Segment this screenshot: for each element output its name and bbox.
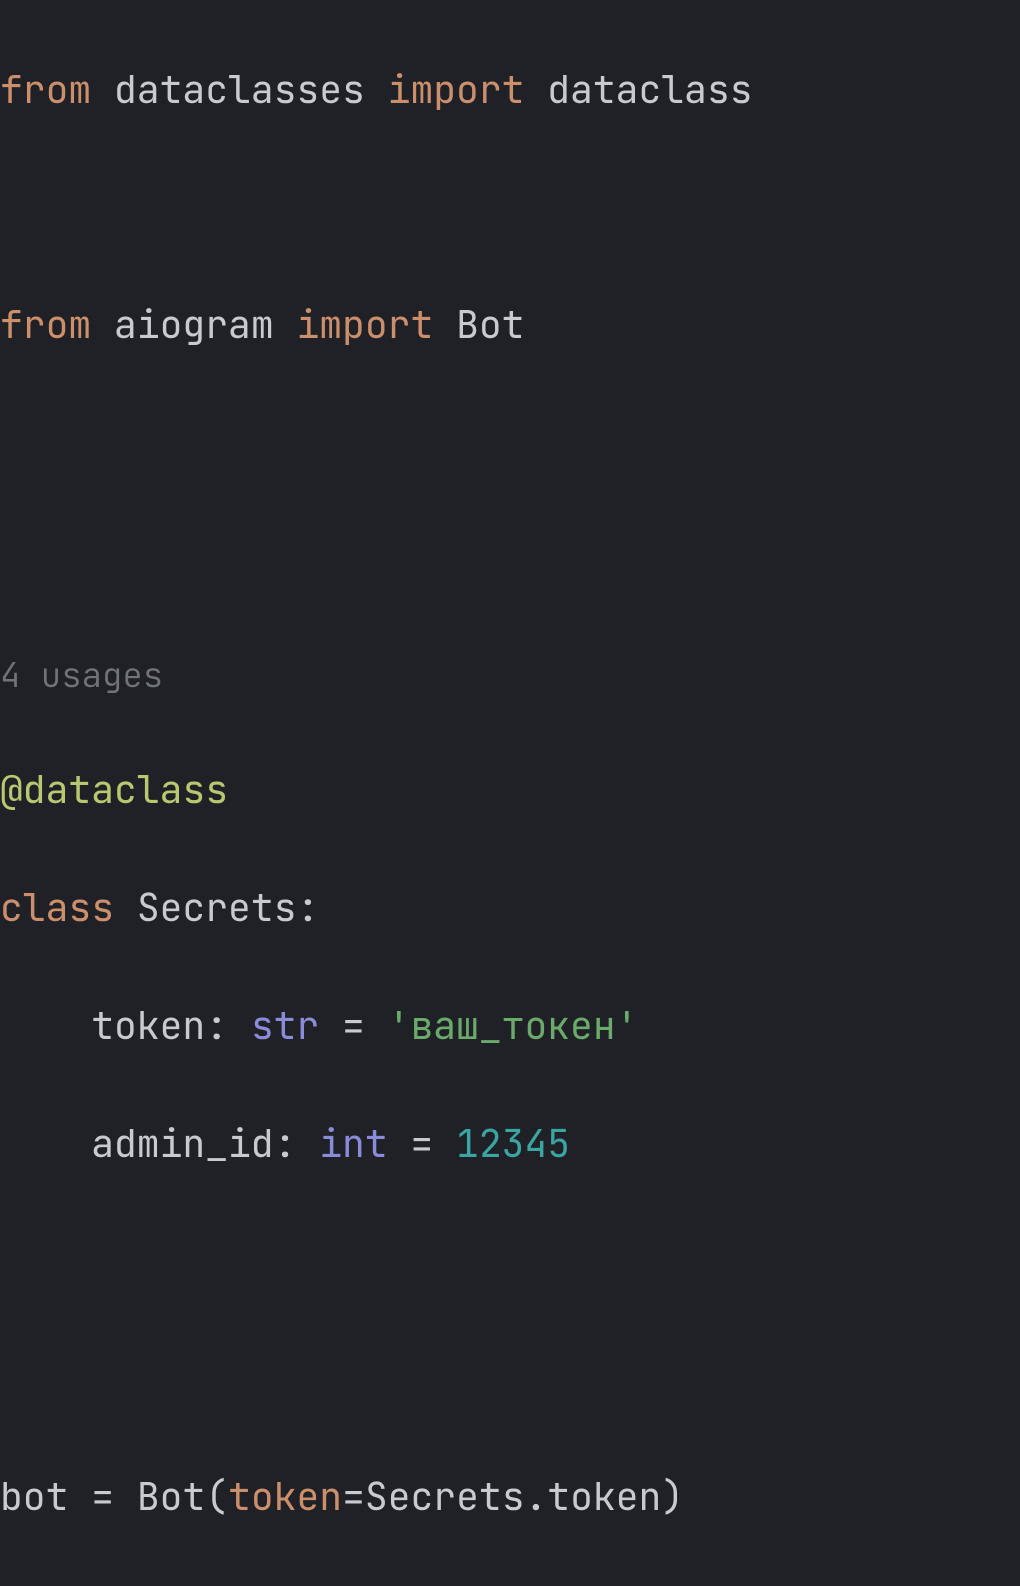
equals: = bbox=[91, 1472, 114, 1522]
call-name: Bot bbox=[137, 1472, 205, 1522]
class-name: Secrets bbox=[137, 883, 297, 933]
code-line: @dataclass bbox=[0, 761, 1020, 820]
blank-line bbox=[0, 414, 1020, 473]
type-annotation: str bbox=[251, 1001, 319, 1051]
keyword-from: from bbox=[0, 65, 91, 115]
code-line: bot = Bot(token=Secrets.token) bbox=[0, 1468, 1020, 1527]
code-line: class Secrets: bbox=[0, 879, 1020, 938]
variable-name: bot bbox=[0, 1472, 68, 1522]
import-name: dataclass bbox=[547, 65, 752, 115]
blank-line bbox=[0, 1350, 1020, 1409]
keyword-import: import bbox=[296, 300, 433, 350]
blank-line bbox=[0, 1233, 1020, 1292]
colon: : bbox=[296, 883, 319, 933]
usages-hint[interactable]: 4 usages bbox=[0, 650, 1020, 703]
code-line: admin_id: int = 12345 bbox=[0, 1115, 1020, 1174]
code-line: from dataclasses import dataclass bbox=[0, 61, 1020, 120]
field-name: token bbox=[91, 1001, 205, 1051]
import-name: Bot bbox=[456, 300, 524, 350]
module-name: aiogram bbox=[114, 300, 274, 350]
keyword-from: from bbox=[0, 300, 91, 350]
keyword-class: class bbox=[0, 883, 114, 933]
code-line: from aiogram import Bot bbox=[0, 296, 1020, 355]
code-line: token: str = 'ваш_токен' bbox=[0, 997, 1020, 1056]
decorator: @dataclass bbox=[0, 765, 228, 815]
blank-line bbox=[0, 532, 1020, 591]
blank-line bbox=[0, 179, 1020, 238]
keyword-import: import bbox=[388, 65, 525, 115]
code-editor[interactable]: from dataclasses import dataclass from a… bbox=[0, 0, 1020, 1586]
kwarg-name: token bbox=[228, 1472, 342, 1522]
module-name: dataclasses bbox=[114, 65, 365, 115]
string-literal: 'ваш_токен' bbox=[388, 1001, 639, 1051]
attr-access: Secrets.token bbox=[365, 1472, 661, 1522]
